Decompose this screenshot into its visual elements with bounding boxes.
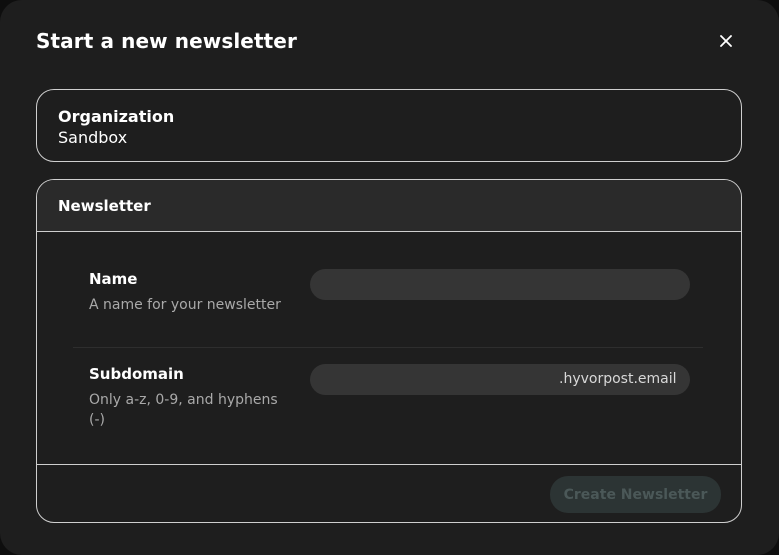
new-newsletter-dialog: Start a new newsletter Organization Sand…: [0, 0, 779, 555]
create-newsletter-button[interactable]: Create Newsletter: [550, 476, 721, 513]
organization-value: Sandbox: [58, 128, 128, 147]
row-divider: [73, 347, 703, 348]
organization-card[interactable]: Organization Sandbox: [36, 89, 742, 162]
dialog-title: Start a new newsletter: [36, 29, 297, 53]
newsletter-card: Newsletter Name A name for your newslett…: [36, 179, 742, 523]
name-help-text: A name for your newsletter: [89, 297, 281, 313]
subdomain-help-text: Only a-z, 0-9, and hyphens (-): [89, 392, 278, 428]
newsletter-section-title: Newsletter: [58, 197, 151, 215]
close-icon-glyph: [720, 35, 732, 47]
subdomain-suffix: .hyvorpost.email: [559, 371, 677, 387]
organization-label: Organization: [58, 107, 175, 126]
close-icon[interactable]: [716, 31, 736, 51]
name-label: Name: [89, 270, 138, 288]
subdomain-label: Subdomain: [89, 365, 184, 383]
name-input[interactable]: [310, 269, 690, 300]
newsletter-section-header: Newsletter: [37, 180, 741, 232]
footer-divider: [37, 464, 741, 465]
